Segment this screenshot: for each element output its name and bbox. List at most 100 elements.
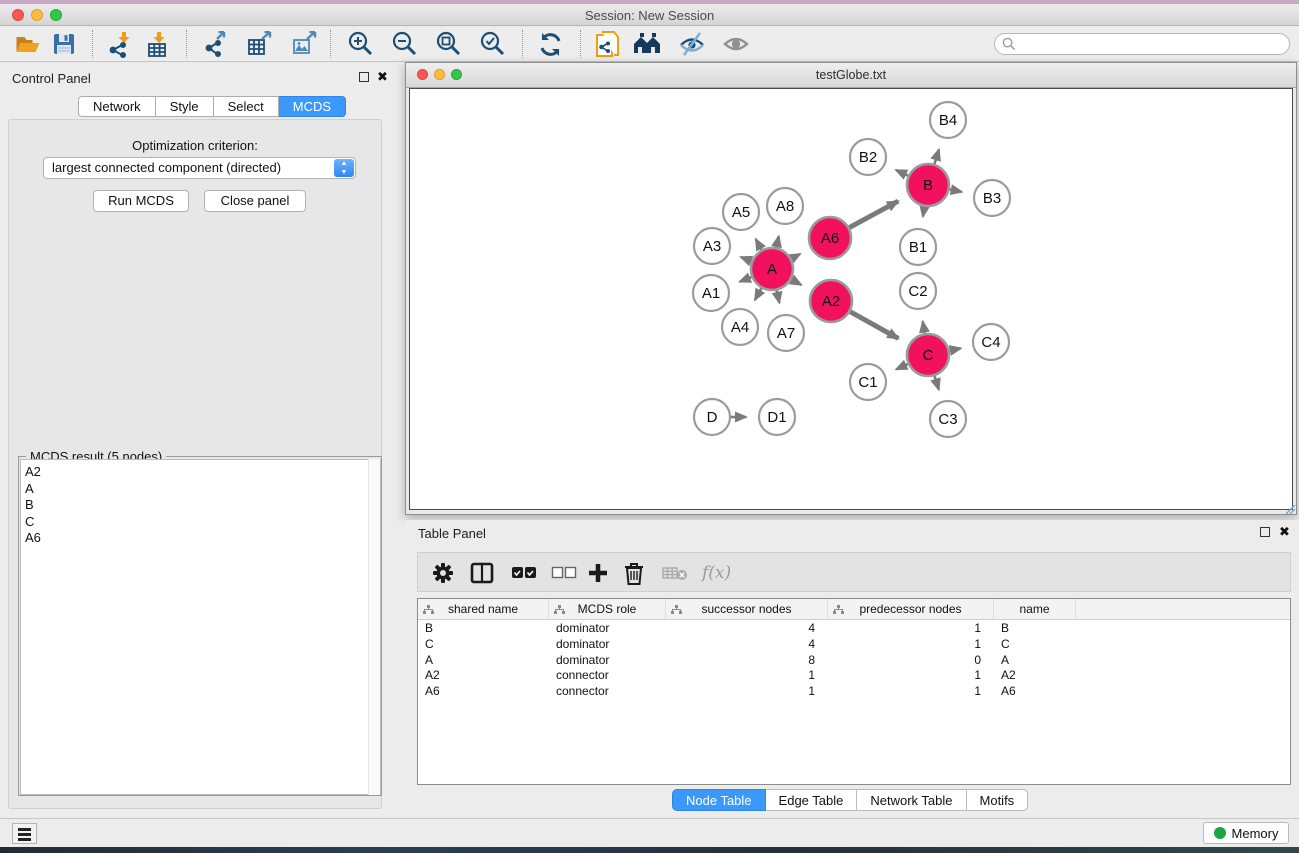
search-box[interactable] xyxy=(994,33,1290,55)
mcds-result-item[interactable]: A6 xyxy=(25,530,380,547)
edge-C-C3[interactable] xyxy=(935,376,939,389)
edge-A-A5[interactable] xyxy=(756,239,762,249)
control-tab-select[interactable]: Select xyxy=(214,96,279,117)
table-tab-node-table[interactable]: Node Table xyxy=(672,789,766,811)
export-image-icon[interactable] xyxy=(288,29,320,59)
close-table-panel-icon[interactable]: ✖ xyxy=(1279,527,1290,537)
table-cell[interactable]: 1 xyxy=(666,683,828,699)
window-resize-handle[interactable] xyxy=(1284,502,1296,514)
home-view-icon[interactable] xyxy=(632,29,664,59)
table-row[interactable]: Cdominator41C xyxy=(418,636,1290,652)
table-tab-network-table[interactable]: Network Table xyxy=(857,789,966,811)
graph-node-C2[interactable]: C2 xyxy=(900,273,936,309)
graph-node-B3[interactable]: B3 xyxy=(974,180,1010,216)
function-builder-icon[interactable]: f(x) xyxy=(702,558,731,588)
table-cell[interactable]: 4 xyxy=(666,620,828,636)
zoom-selected-icon[interactable] xyxy=(477,29,509,59)
mcds-result-item[interactable]: A2 xyxy=(25,464,380,481)
table-cell[interactable]: A xyxy=(418,652,549,668)
graph-node-D1[interactable]: D1 xyxy=(759,399,795,435)
table-cell[interactable]: 1 xyxy=(828,636,994,652)
show-columns-icon[interactable] xyxy=(470,558,494,588)
table-settings-gear-icon[interactable] xyxy=(432,558,454,588)
graph-node-A1[interactable]: A1 xyxy=(693,275,729,311)
import-table-icon[interactable] xyxy=(142,29,174,59)
table-cell[interactable]: dominator xyxy=(549,636,666,652)
column-header-successor-nodes[interactable]: successor nodes xyxy=(666,599,828,619)
memory-button[interactable]: Memory xyxy=(1203,822,1289,844)
select-all-icon[interactable] xyxy=(511,558,537,588)
graph-node-A5[interactable]: A5 xyxy=(723,194,759,230)
table-cell[interactable]: B xyxy=(418,620,549,636)
refresh-view-icon[interactable] xyxy=(534,29,566,59)
control-tab-mcds[interactable]: MCDS xyxy=(279,96,346,117)
table-row[interactable]: Adominator80A xyxy=(418,652,1290,668)
task-history-button[interactable] xyxy=(12,823,37,844)
edge-C-C2[interactable] xyxy=(923,322,925,334)
table-cell[interactable]: A6 xyxy=(418,683,549,699)
edge-B-B2[interactable] xyxy=(896,170,908,176)
control-tab-style[interactable]: Style xyxy=(156,96,214,117)
table-cell[interactable]: dominator xyxy=(549,620,666,636)
graph-node-C4[interactable]: C4 xyxy=(973,324,1009,360)
graph-node-C[interactable]: C xyxy=(907,334,949,376)
duplicate-network-icon[interactable] xyxy=(592,29,624,59)
graph-node-A2[interactable]: A2 xyxy=(810,280,852,322)
edge-A-A2[interactable] xyxy=(791,279,801,284)
hide-panels-icon[interactable] xyxy=(676,29,708,59)
edge-A-A3[interactable] xyxy=(741,257,752,261)
deselect-all-icon[interactable] xyxy=(551,558,577,588)
column-header-shared-name[interactable]: shared name xyxy=(418,599,549,619)
table-tab-edge-table[interactable]: Edge Table xyxy=(766,789,858,811)
open-session-icon[interactable] xyxy=(11,29,43,59)
edge-A6-B[interactable] xyxy=(849,201,898,227)
edge-A-A7[interactable] xyxy=(777,290,780,302)
table-cell[interactable]: 1 xyxy=(666,667,828,683)
delete-column-icon[interactable] xyxy=(624,558,644,588)
table-row[interactable]: Bdominator41B xyxy=(418,620,1290,636)
node-table[interactable]: shared nameMCDS rolesuccessor nodesprede… xyxy=(417,598,1291,785)
export-table-icon[interactable] xyxy=(243,29,275,59)
network-window-titlebar[interactable]: testGlobe.txt xyxy=(406,63,1296,88)
mcds-result-item[interactable]: A xyxy=(25,481,380,498)
table-cell[interactable]: 0 xyxy=(828,652,994,668)
title-bar[interactable]: Session: New Session xyxy=(0,4,1299,26)
show-panels-icon[interactable] xyxy=(720,29,752,59)
table-cell[interactable]: connector xyxy=(549,667,666,683)
close-panel-button[interactable]: Close panel xyxy=(204,190,306,212)
table-row[interactable]: A6connector11A6 xyxy=(418,683,1290,699)
export-network-icon[interactable] xyxy=(200,29,232,59)
graph-node-A4[interactable]: A4 xyxy=(722,309,758,345)
table-tab-motifs[interactable]: Motifs xyxy=(967,789,1029,811)
table-cell[interactable]: B xyxy=(994,620,1076,636)
table-cell[interactable]: 4 xyxy=(666,636,828,652)
float-panel-icon[interactable] xyxy=(359,72,369,82)
table-cell[interactable]: C xyxy=(418,636,549,652)
edge-A-A6[interactable] xyxy=(791,254,800,259)
graph-node-B1[interactable]: B1 xyxy=(900,229,936,265)
graph-node-A6[interactable]: A6 xyxy=(809,217,851,259)
result-scrollbar[interactable] xyxy=(368,459,380,795)
table-cell[interactable]: 8 xyxy=(666,652,828,668)
zoom-fit-icon[interactable] xyxy=(433,29,465,59)
edge-C-C1[interactable] xyxy=(896,364,908,369)
network-canvas[interactable]: AA1A2A3A4A5A6A7A8BB1B2B3B4CC1C2C3C4DD1 xyxy=(409,88,1293,510)
edge-A2-C[interactable] xyxy=(850,312,898,339)
graph-node-B[interactable]: B xyxy=(907,164,949,206)
table-cell[interactable]: connector xyxy=(549,683,666,699)
table-cell[interactable]: A6 xyxy=(994,683,1076,699)
save-session-icon[interactable] xyxy=(48,29,80,59)
control-tab-network[interactable]: Network xyxy=(78,96,156,117)
graph-node-B2[interactable]: B2 xyxy=(850,139,886,175)
mcds-result-item[interactable]: C xyxy=(25,514,380,531)
table-cell[interactable]: A2 xyxy=(418,667,549,683)
graph-node-C3[interactable]: C3 xyxy=(930,401,966,437)
table-cell[interactable]: A2 xyxy=(994,667,1076,683)
edge-A-A4[interactable] xyxy=(755,288,761,300)
graph-node-C1[interactable]: C1 xyxy=(850,364,886,400)
graph-node-A[interactable]: A xyxy=(751,248,793,290)
run-mcds-button[interactable]: Run MCDS xyxy=(93,190,189,212)
edge-A-A1[interactable] xyxy=(740,277,752,282)
graph-node-B4[interactable]: B4 xyxy=(930,102,966,138)
edge-A-A8[interactable] xyxy=(776,236,778,247)
